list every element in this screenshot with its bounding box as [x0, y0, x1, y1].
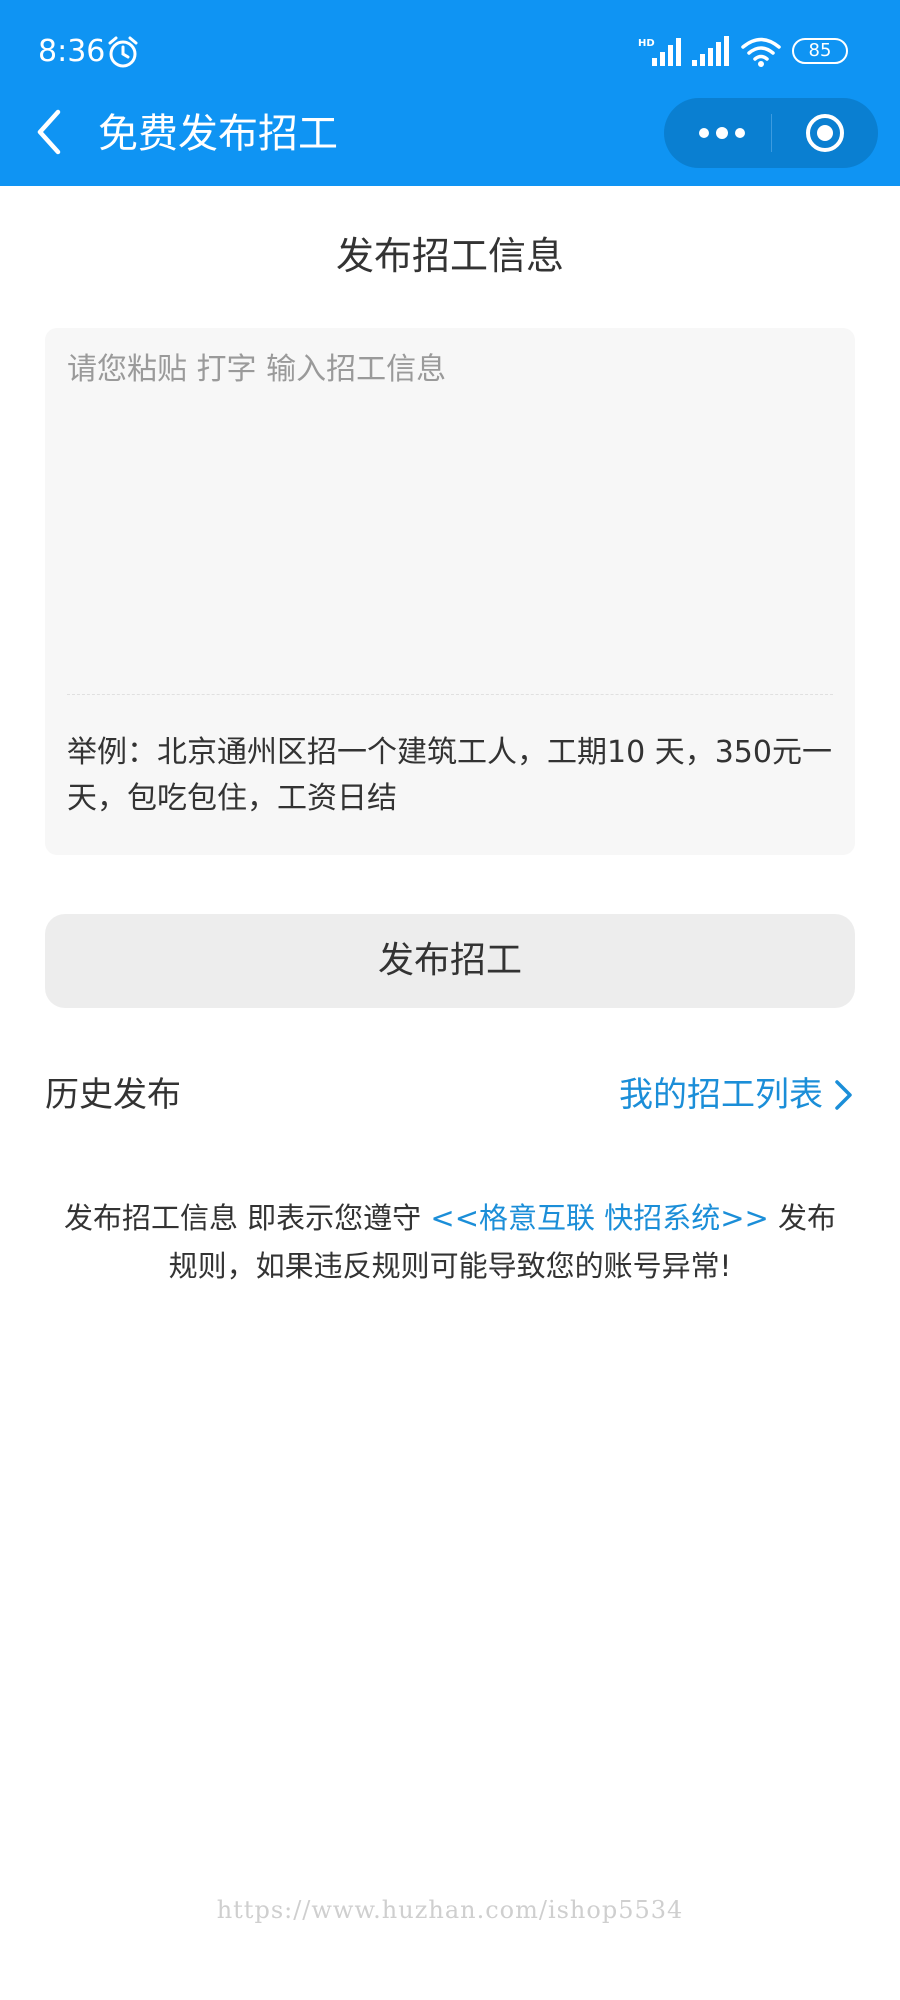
- agreement-text: 发布招工信息 即表示您遵守 <<格意互联 快招系统>> 发布规则，如果违反规则可…: [55, 1194, 845, 1290]
- back-icon[interactable]: [30, 106, 70, 158]
- svg-text:HD: HD: [638, 38, 655, 49]
- nav-title: 免费发布招工: [98, 111, 338, 157]
- watermark: https://www.huzhan.com/ishop5534: [216, 1896, 684, 1924]
- more-icon[interactable]: [694, 114, 750, 152]
- signal-hd-icon: HD: [638, 38, 681, 66]
- capsule-divider: [771, 114, 772, 152]
- input-card: 举例：北京通州区招一个建筑工人，工期10 天，350元一天，包吃包住，工资日结: [45, 328, 855, 855]
- page-title: 发布招工信息: [335, 234, 564, 278]
- job-info-input[interactable]: [67, 348, 833, 688]
- chevron-right-icon: [835, 1080, 852, 1110]
- publish-button[interactable]: 发布招工: [45, 914, 855, 1008]
- history-label: 历史发布: [45, 1075, 181, 1115]
- rules-link[interactable]: <<格意互联 快招系统>>: [430, 1201, 768, 1235]
- mini-program-capsule: [664, 98, 878, 168]
- my-job-list-link[interactable]: 我的招工列表: [619, 1070, 855, 1120]
- battery-icon: 85: [792, 38, 848, 64]
- divider: [67, 694, 833, 695]
- close-icon[interactable]: [804, 112, 846, 154]
- my-job-list-label: 我的招工列表: [619, 1075, 823, 1115]
- signal-icon: [692, 36, 729, 66]
- header: 8:36 HD 85 免费发布招工: [0, 0, 900, 186]
- status-time: 8:36: [38, 34, 106, 69]
- alarm-icon: [108, 36, 138, 68]
- wifi-icon: [741, 37, 781, 67]
- example-text: 举例：北京通州区招一个建筑工人，工期10 天，350元一天，包吃包住，工资日结: [67, 735, 832, 816]
- agreement-prefix: 发布招工信息 即表示您遵守: [63, 1201, 431, 1235]
